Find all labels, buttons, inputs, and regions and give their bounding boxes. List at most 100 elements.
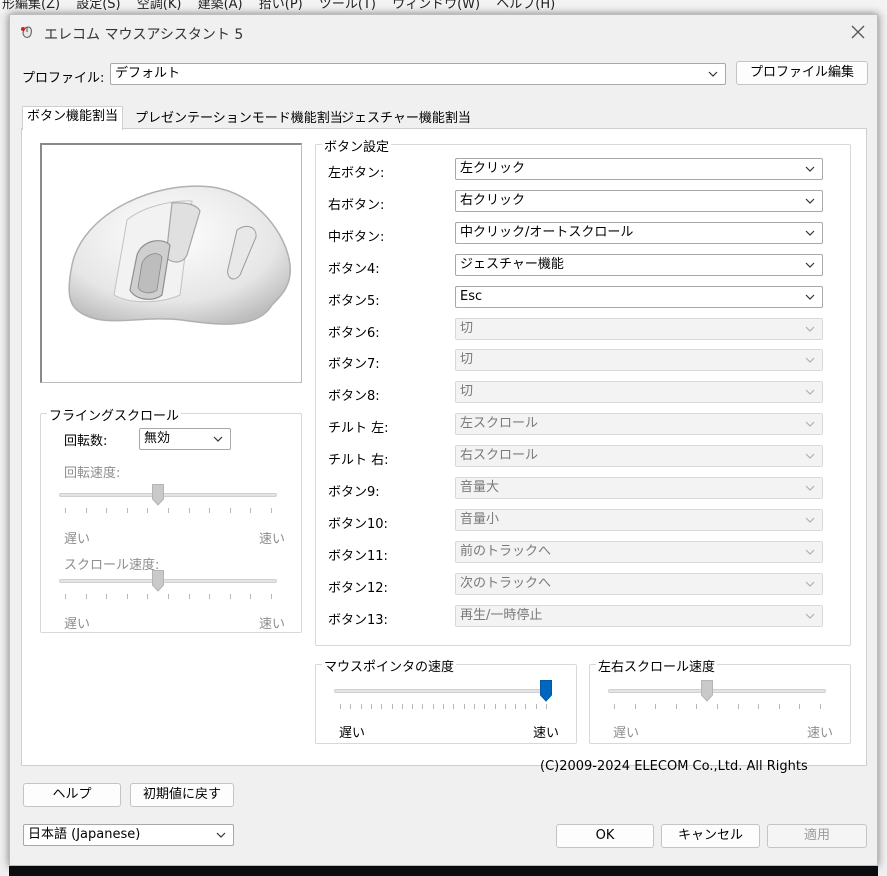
background-menubar: 形編集(Z) 設定(S) 空調(K) 建築(A) 拾い(P) ツール(T) ウィ…: [0, 0, 887, 14]
slider-tick: [422, 704, 423, 709]
button-setting-select: 切: [455, 318, 823, 340]
button-setting-select[interactable]: 右クリック: [455, 190, 823, 212]
slider-tick: [86, 594, 87, 599]
mouse-assistant-dialog: エレコム マウスアシスタント 5 プロファイル: デフォルト プロファイル編集 …: [9, 14, 878, 866]
button-setting-select-value: 音量小: [460, 512, 500, 527]
slider-tick: [484, 704, 485, 709]
slider-tick: [65, 594, 66, 599]
slider-tick: [525, 704, 526, 709]
rotation-speed-label: 回転速度:: [64, 466, 121, 481]
reset-defaults-button[interactable]: 初期値に戻す: [130, 783, 234, 807]
bg-menu-item[interactable]: ツール(T): [319, 0, 376, 12]
bg-menu-item[interactable]: 建築(A): [198, 0, 243, 12]
slider-tick: [189, 594, 190, 599]
slider-tick: [361, 704, 362, 709]
button-setting-select[interactable]: Esc: [455, 286, 823, 308]
slider-tick: [505, 704, 506, 709]
slider-tick: [495, 704, 496, 709]
slider-tick: [820, 704, 821, 709]
profile-select-value: デフォルト: [115, 66, 181, 81]
button-setting-select-value: ジェスチャー機能: [460, 257, 564, 272]
bg-menu-item[interactable]: ヘルプ(H): [496, 0, 555, 12]
button-setting-select: 再生/一時停止: [455, 605, 823, 627]
profile-select[interactable]: デフォルト: [110, 63, 726, 85]
button-setting-select[interactable]: 中クリック/オートスクロール: [455, 222, 823, 244]
mouse-picture: [68, 185, 291, 325]
chevron-down-icon: [805, 230, 815, 236]
bg-menu-item[interactable]: ウィンドウ(W): [392, 0, 480, 12]
bg-menu-item[interactable]: 拾い(P): [259, 0, 303, 12]
mouse-image: [40, 143, 302, 383]
button-setting-select: 切: [455, 349, 823, 371]
chevron-down-icon: [805, 294, 815, 300]
window-title: エレコム マウスアシスタント 5: [44, 27, 244, 43]
slider-tick: [65, 508, 66, 513]
pointer-speed-fast-label: 速い: [533, 726, 560, 741]
scroll-speed-ticks: [65, 594, 272, 599]
slider-tick: [127, 508, 128, 513]
rotations-select[interactable]: 無効: [139, 428, 231, 450]
slider-tick: [474, 704, 475, 709]
button-setting-label: ボタン4:: [328, 262, 380, 277]
bg-menu-item[interactable]: 設定(S): [76, 0, 120, 12]
button-setting-select[interactable]: 左クリック: [455, 158, 823, 180]
button-setting-label: ボタン8:: [328, 389, 380, 404]
language-select[interactable]: 日本語 (Japanese): [23, 824, 234, 846]
pointer-speed-slider-thumb[interactable]: [540, 680, 552, 702]
close-button[interactable]: [845, 20, 871, 44]
scroll-speed-slow-label: 遅い: [64, 617, 91, 632]
slider-tick: [168, 594, 169, 599]
slider-tick: [655, 704, 656, 709]
button-setting-label: ボタン9:: [328, 485, 380, 500]
apply-button[interactable]: 適用: [767, 824, 867, 848]
bg-menu-item[interactable]: 空調(K): [137, 0, 182, 12]
chevron-down-icon: [805, 262, 815, 268]
background-right-edge: [878, 14, 887, 876]
chevron-down-icon: [805, 389, 815, 395]
slider-tick: [696, 704, 697, 709]
slider-tick: [738, 704, 739, 709]
rotation-speed-slow-label: 遅い: [64, 532, 91, 547]
slider-tick: [350, 704, 351, 709]
button-setting-select: 前のトラックへ: [455, 541, 823, 563]
slider-tick: [147, 594, 148, 599]
ok-button[interactable]: OK: [556, 824, 654, 848]
button-setting-select-value: 右スクロール: [460, 448, 539, 463]
chevron-down-icon: [805, 581, 815, 587]
chevron-down-icon: [708, 71, 718, 77]
flying-scroll-group: フライングスクロール 回転数: 無効 回転速度: 遅い 速い スクロール速度: …: [40, 405, 302, 633]
rotation-speed-slider-thumb[interactable]: [152, 484, 164, 506]
button-setting-select-value: 左スクロール: [460, 416, 539, 431]
cancel-button[interactable]: キャンセル: [661, 824, 760, 848]
profile-edit-button[interactable]: プロファイル編集: [736, 61, 868, 85]
rotations-select-value: 無効: [144, 431, 171, 446]
button-setting-select: 音量大: [455, 477, 823, 499]
title-bar[interactable]: エレコム マウスアシスタント 5: [10, 15, 877, 49]
horizontal-scroll-speed-ticks: [614, 704, 821, 709]
slider-tick: [392, 704, 393, 709]
slider-tick: [536, 704, 537, 709]
profile-label: プロファイル:: [22, 71, 105, 86]
button-setting-select: 音量小: [455, 509, 823, 531]
button-setting-select[interactable]: ジェスチャー機能: [455, 254, 823, 276]
slider-tick: [271, 594, 272, 599]
help-button[interactable]: ヘルプ: [23, 783, 121, 807]
tab-presentation-assign[interactable]: プレゼンテーションモード機能割当: [130, 108, 348, 130]
slider-tick: [250, 508, 251, 513]
button-setting-label: ボタン12:: [328, 581, 388, 596]
button-setting-select-value: 前のトラックへ: [460, 544, 552, 559]
button-setting-select-value: 再生/一時停止: [460, 608, 543, 623]
tab-gesture-assign[interactable]: ジェスチャー機能割当: [336, 108, 476, 130]
button-setting-select: 右スクロール: [455, 445, 823, 467]
bg-menu-item[interactable]: 形編集(Z): [2, 0, 60, 12]
button-setting-select-value: 右クリック: [460, 193, 526, 208]
button-setting-label: ボタン5:: [328, 294, 380, 309]
horizontal-scroll-speed-slider-thumb[interactable]: [701, 680, 713, 702]
slider-tick: [340, 704, 341, 709]
button-setting-label: ボタン6:: [328, 326, 380, 341]
scroll-speed-slider-thumb[interactable]: [152, 570, 164, 592]
slider-tick: [515, 704, 516, 709]
slider-tick: [443, 704, 444, 709]
tab-button-assign[interactable]: ボタン機能割当: [22, 106, 124, 130]
button-setting-select-value: 音量大: [460, 480, 500, 495]
